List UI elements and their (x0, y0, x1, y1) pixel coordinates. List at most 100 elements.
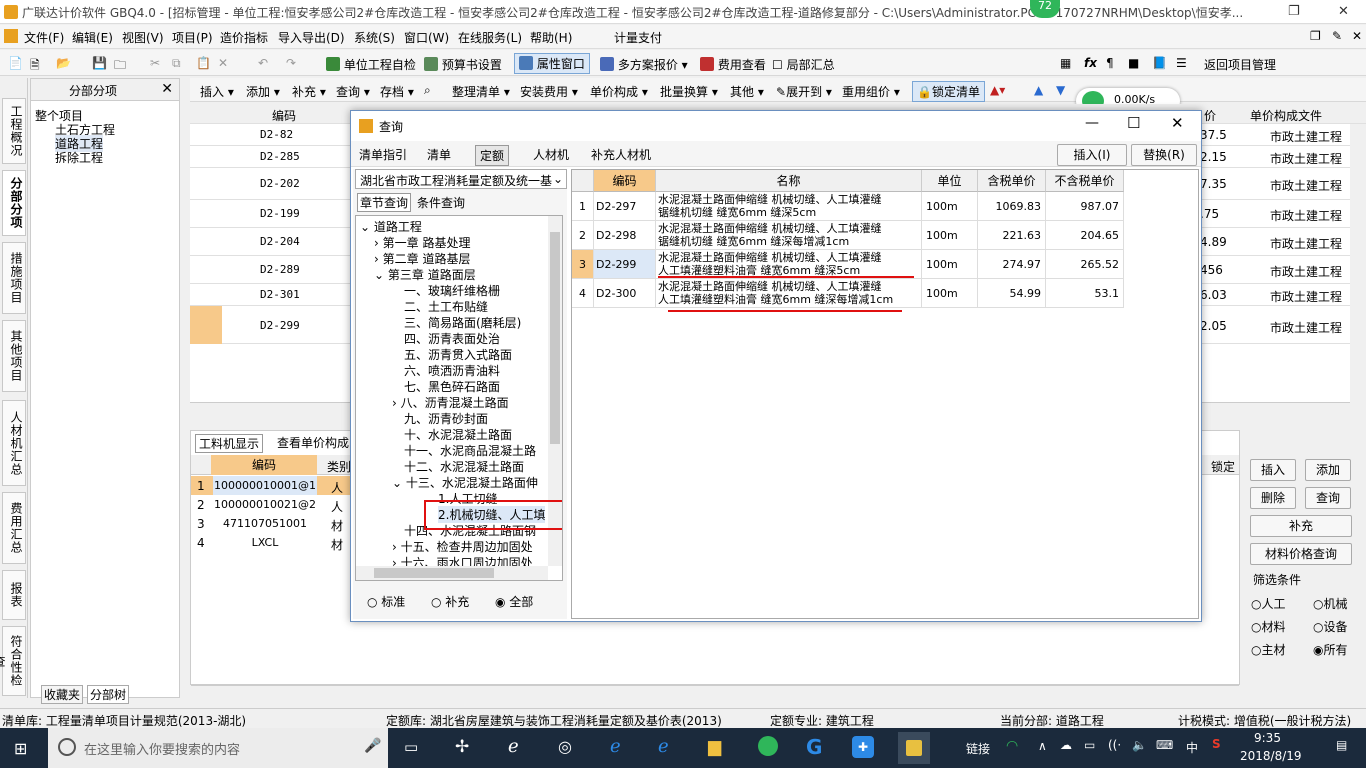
tab-list-guide[interactable]: 清单指引 (355, 145, 411, 164)
table-row[interactable]: 4 D2-300 水泥混凝土路面伸缩缝 机械切缝、人工填灌缝 人工填灌缝塑料油膏 … (572, 279, 1124, 308)
table-row[interactable]: 2 D2-298 水泥混凝土路面伸缩缝 机械切缝、人工填灌缝 锯缝机切缝 缝宽6m… (572, 221, 1124, 250)
gbq-app-icon[interactable] (898, 732, 930, 764)
menu-import-export[interactable]: 导入导出(D) (278, 29, 345, 46)
menu-edit[interactable]: 编辑(E) (72, 29, 113, 46)
menu-help[interactable]: 帮助(H) (530, 29, 572, 46)
archive-menu[interactable]: 存档 ▾ (380, 83, 414, 100)
multi-plan-button[interactable]: 多方案报价 ▾ (600, 56, 688, 73)
move-up-icon[interactable]: ▲ (1034, 83, 1043, 97)
tab-materials-display[interactable]: 工料机显示 (195, 434, 264, 453)
self-check-button[interactable]: 单位工程自检 (326, 56, 416, 73)
notification-center-icon[interactable]: ▤ (1336, 738, 1347, 752)
insert-menu[interactable]: 插入 ▾ (200, 83, 234, 100)
menu-system[interactable]: 系统(S) (354, 29, 395, 46)
plus-app-icon[interactable]: ✚ (852, 736, 874, 758)
quota-lib-select[interactable]: 湖北省市政工程消耗量定额及统一基 ⌄ (355, 169, 567, 189)
reuse-pricing-menu[interactable]: 重用组价 ▾ (842, 83, 900, 100)
folder-icon[interactable]: ▆ (708, 737, 721, 757)
horizontal-scrollbar[interactable] (356, 566, 548, 580)
close-inner-icon[interactable]: ✕ (1352, 29, 1362, 43)
list-icon[interactable]: ☰ (1176, 56, 1187, 70)
tree-node[interactable]: 四、沥青表面处治 (404, 330, 500, 347)
formula-icon[interactable]: fx (1084, 56, 1097, 70)
radio-all[interactable]: ◉ 全部 (495, 593, 533, 610)
link-label[interactable]: 链接 (966, 740, 990, 757)
table-row[interactable]: 1 D2-297 水泥混凝土路面伸缩缝 机械切缝、人工填灌缝 锯缝机切缝 缝宽6m… (572, 192, 1124, 221)
clock-time[interactable]: 9:35 (1254, 731, 1281, 745)
menu-online[interactable]: 在线服务(L) (458, 29, 522, 46)
sogou-icon[interactable]: S (1212, 737, 1221, 751)
supplement-menu[interactable]: 补充 ▾ (292, 83, 326, 100)
wifi-tray-icon[interactable]: ◠ (1006, 738, 1018, 754)
new-project-icon[interactable]: 🗎 (30, 56, 40, 77)
tree-node[interactable]: 九、沥青砂封面 (404, 410, 488, 427)
paragraph-icon[interactable]: ¶ (1106, 56, 1114, 70)
cut-icon[interactable]: ✂ (150, 56, 160, 70)
menu-cost-index[interactable]: 造价指标 (220, 29, 268, 46)
expand-to-menu[interactable]: ✎展开到 ▾ (776, 83, 832, 100)
insert-button[interactable]: 插入 (1250, 459, 1296, 481)
notification-badge[interactable]: 72 (1030, 0, 1060, 18)
ie-icon[interactable]: ℯ (508, 736, 519, 757)
ime-indicator[interactable]: 中 (1186, 739, 1198, 756)
fan-app-icon[interactable]: ✢ (455, 737, 469, 757)
tray-message-icon[interactable]: ☁ (1060, 738, 1072, 752)
tray-network-icon[interactable]: ((· (1108, 738, 1121, 752)
tree-node[interactable]: 一、玻璃纤维格栅 (404, 282, 500, 299)
redo-icon[interactable]: ↷ (286, 56, 296, 70)
menu-file[interactable]: 文件(F) (24, 29, 64, 46)
menu-measure-pay[interactable]: 计量支付 (614, 29, 662, 46)
tree-node[interactable]: 五、沥青贯入式路面 (404, 346, 512, 363)
filter-main-material[interactable]: ○主材 (1251, 641, 1286, 658)
tab-condition-query[interactable]: 条件查询 (417, 194, 465, 211)
add-menu[interactable]: 添加 ▾ (246, 83, 280, 100)
open-icon[interactable]: 📂 (56, 56, 71, 70)
budget-settings-button[interactable]: 预算书设置 (424, 56, 502, 73)
radio-supplement[interactable]: ○ 补充 (431, 593, 469, 610)
tree-node[interactable]: 二、土工布贴缝 (404, 298, 488, 315)
tab-chapter-query[interactable]: 章节查询 (357, 193, 412, 212)
tab-fenbu[interactable]: 分部分项 (2, 170, 26, 236)
tree-node[interactable]: 十、水泥混凝土路面 (404, 426, 512, 443)
close-icon[interactable]: ✕ (161, 81, 173, 97)
add-button[interactable]: 添加 (1305, 459, 1351, 481)
tab-supplement-materials[interactable]: 补充人材机 (587, 145, 655, 164)
tree-node[interactable]: 十一、水泥商品混凝土路 (404, 442, 536, 459)
table-row-selected[interactable]: 3 D2-299 水泥混凝土路面伸缩缝 机械切缝、人工填灌缝 人工填灌缝塑料油膏 … (572, 250, 1124, 279)
tab-materials[interactable]: 人材机 (529, 145, 573, 164)
vertical-scrollbar[interactable] (1350, 124, 1366, 414)
scroll-thumb[interactable] (374, 568, 494, 578)
filter-material[interactable]: ○材料 (1251, 618, 1286, 635)
undo-icon[interactable]: ↶ (258, 56, 268, 70)
ie-blue-icon[interactable]: ℯ (658, 736, 669, 757)
microphone-icon[interactable]: 🎤 (364, 738, 381, 754)
save-icon[interactable]: 💾 (92, 56, 107, 70)
tab-unit-price-composition[interactable]: 查看单价构成 (277, 434, 349, 451)
query-button[interactable]: 查询 (1305, 487, 1351, 509)
row-selector[interactable] (190, 306, 222, 344)
tree-node[interactable]: › 八、沥青混凝土路面 (392, 394, 509, 411)
filter-labor[interactable]: ○人工 (1251, 595, 1286, 612)
maximize-icon[interactable]: ☐ (1127, 114, 1140, 132)
restore-inner-icon[interactable]: ❐ (1310, 29, 1321, 43)
tree-node[interactable]: › 第一章 路基处理 (374, 234, 470, 251)
filter-all[interactable]: ◉所有 (1313, 641, 1348, 658)
calculator-icon[interactable]: ▦ (1060, 56, 1071, 70)
filter-machine[interactable]: ○机械 (1313, 595, 1348, 612)
tab-report[interactable]: 报表 (2, 570, 26, 620)
insert-button[interactable]: 插入(I) (1057, 144, 1127, 166)
other-menu[interactable]: 其他 ▾ (730, 83, 764, 100)
tab-materials-summary[interactable]: 人材机汇总 (2, 400, 26, 486)
unit-price-menu[interactable]: 单价构成 ▾ (590, 83, 648, 100)
tree-node[interactable]: 十二、水泥混凝土路面 (404, 458, 524, 475)
menu-window[interactable]: 窗口(W) (404, 29, 449, 46)
tree-node[interactable]: ⌄ 第三章 道路面层 (374, 266, 476, 283)
organize-list-menu[interactable]: 整理清单 ▾ (452, 83, 510, 100)
clock-date[interactable]: 2018/8/19 (1240, 749, 1302, 763)
partial-summary-checkbox[interactable]: ☐ 局部汇总 (772, 56, 835, 73)
fill-color-icon[interactable]: ▲▾ (990, 83, 1005, 97)
360-icon[interactable] (758, 736, 778, 756)
book-icon[interactable]: 📘 (1152, 56, 1167, 70)
tree-node[interactable]: › 十五、检查井周边加固处 (392, 538, 533, 555)
tree-item-demolish[interactable]: 拆除工程 (55, 149, 103, 166)
